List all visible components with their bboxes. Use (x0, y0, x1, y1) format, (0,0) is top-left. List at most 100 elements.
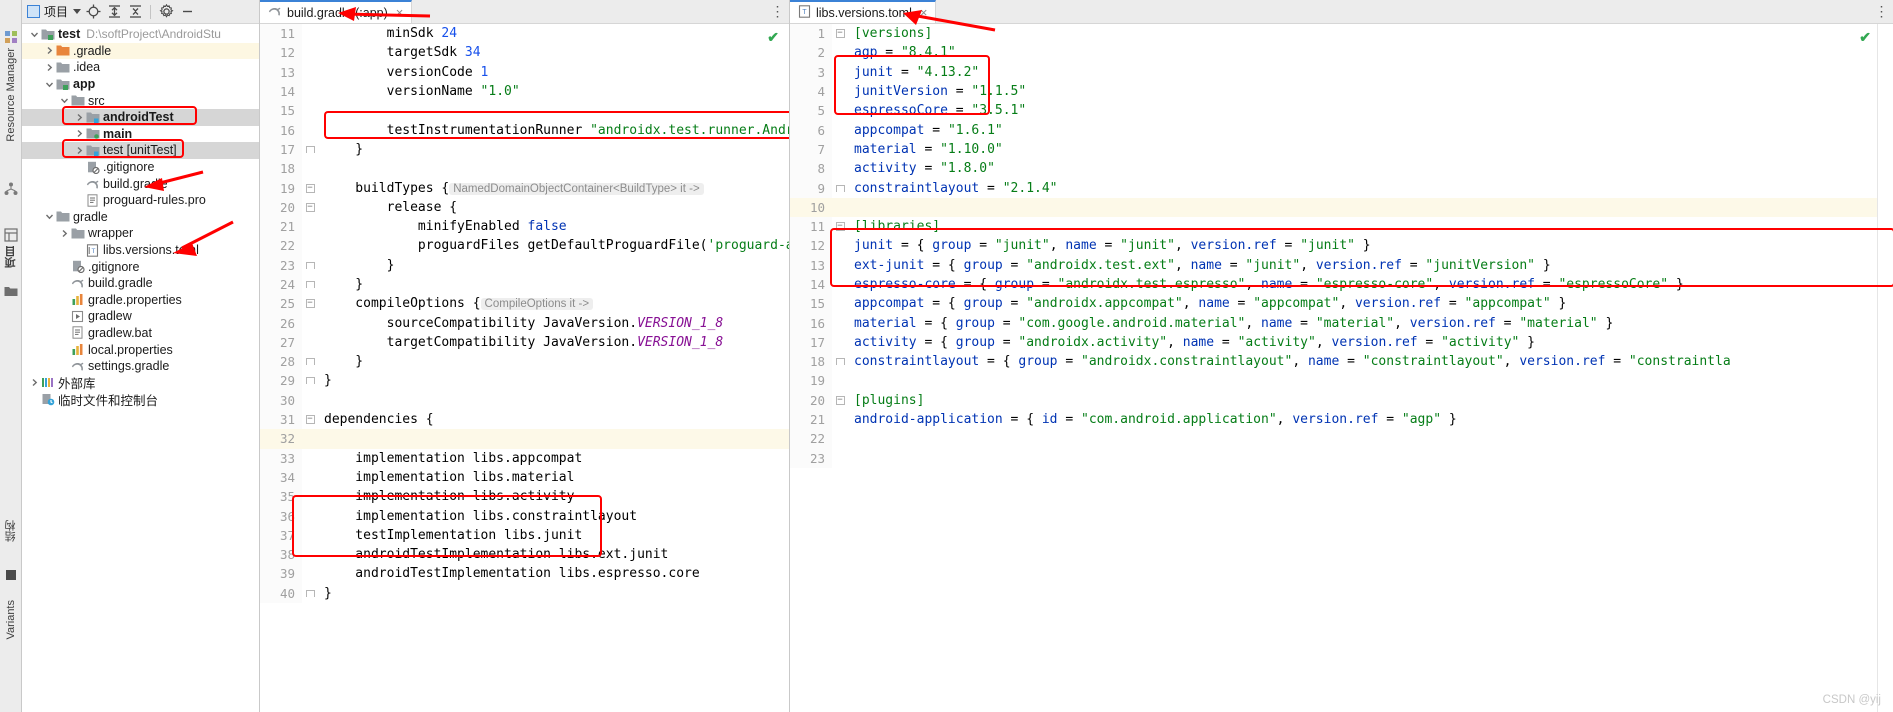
tree-item-gradle[interactable]: gradle (22, 209, 259, 226)
project-icon[interactable] (4, 228, 18, 242)
chevron-down-icon[interactable] (43, 212, 55, 221)
fold-toggle-icon[interactable]: − (832, 391, 848, 410)
tree-item-main[interactable]: main (22, 126, 259, 143)
chevron-right-icon[interactable] (73, 129, 85, 138)
chevron-right-icon[interactable] (58, 229, 70, 238)
rail-label-resource-manager[interactable]: Resource Manager (5, 48, 17, 142)
tree-item-label: 临时文件和控制台 (58, 393, 159, 408)
tree-item-app[interactable]: app (22, 76, 259, 93)
tree-item-proguard-rules-pro[interactable]: proguard-rules.pro (22, 192, 259, 209)
fold-toggle-icon[interactable] (302, 584, 318, 603)
tree-item-gradle[interactable]: .gradle (22, 42, 259, 60)
tab-build-gradle[interactable]: build.gradle (:app) × (260, 0, 413, 23)
chevron-down-icon[interactable] (73, 9, 82, 14)
fold-toggle-icon[interactable] (302, 275, 318, 294)
fold-toggle-icon[interactable] (832, 352, 848, 371)
fold-toggle-icon[interactable]: − (302, 294, 318, 313)
tree-item-androidtest[interactable]: androidTest (22, 108, 259, 126)
editor-scrollbar-right[interactable] (1877, 24, 1893, 712)
line-number: 11 (260, 24, 302, 44)
line-number: 32 (260, 429, 302, 449)
gradle-icon (85, 178, 100, 190)
tree-item-test-unittest[interactable]: test [unitTest] (22, 142, 259, 159)
rail-label-variants[interactable]: Variants (5, 600, 17, 640)
tab-label: build.gradle (:app) (287, 5, 388, 20)
locate-icon[interactable] (84, 3, 102, 21)
structure-icon[interactable] (4, 182, 18, 196)
fold-toggle-icon[interactable] (302, 352, 318, 371)
line-number: 39 (260, 564, 302, 584)
fold-toggle-icon[interactable] (302, 371, 318, 390)
fold-toggle-icon[interactable]: − (302, 178, 318, 197)
tree-item-label: wrapper (88, 226, 134, 241)
fold-gutter-empty (832, 429, 848, 448)
build-variants-icon[interactable] (4, 568, 18, 582)
fold-toggle-icon[interactable]: − (302, 410, 318, 429)
resource-manager-icon[interactable] (4, 30, 18, 44)
chevron-right-icon[interactable] (43, 63, 55, 72)
chevron-down-icon[interactable] (28, 30, 40, 39)
tree-item-idea[interactable]: .idea (22, 59, 259, 76)
fold-toggle-icon[interactable]: − (832, 217, 848, 236)
rail-label-project[interactable]: 项目 (3, 246, 19, 268)
line-number: 16 (260, 120, 302, 140)
rail-label-structure[interactable]: 结构 (3, 520, 19, 542)
tree-item-gradle-properties[interactable]: gradle.properties (22, 292, 259, 309)
close-icon[interactable]: × (396, 6, 404, 19)
folder-orange-icon (55, 44, 70, 57)
fold-gutter-empty (302, 545, 318, 564)
fold-toggle-icon[interactable]: − (832, 24, 848, 43)
tree-item-wrapper[interactable]: wrapper (22, 225, 259, 242)
tree-item-gradlew[interactable]: gradlew (22, 308, 259, 325)
tree-item-[interactable]: 临时文件和控制台 (22, 391, 259, 408)
chevron-down-icon[interactable] (43, 80, 55, 89)
chevron-right-icon[interactable] (43, 46, 55, 55)
tree-item-libs-versions-toml[interactable]: Tlibs.versions.toml (22, 242, 259, 259)
line-number: 14 (260, 81, 302, 102)
fold-toggle-icon[interactable] (832, 178, 848, 197)
tree-item-gitignore[interactable]: .gitignore (22, 258, 259, 275)
tab-libs-versions-toml[interactable]: T libs.versions.toml × (790, 0, 937, 23)
fold-gutter-empty (302, 120, 318, 139)
chevron-right-icon[interactable] (73, 146, 85, 155)
properties-icon (70, 343, 85, 356)
line-number: 40 (260, 583, 302, 603)
editor-libs-versions-toml: T libs.versions.toml × ⋮ 1− [versions] 2 ag… (790, 0, 1893, 712)
fold-gutter-empty (832, 449, 848, 468)
project-tree[interactable]: test D:\softProject\AndroidStu .gradle .ide… (22, 24, 259, 712)
settings-icon[interactable] (157, 3, 175, 21)
hide-icon[interactable] (178, 3, 196, 21)
close-icon[interactable]: × (920, 6, 928, 19)
tree-item-test[interactable]: test D:\softProject\AndroidStu (22, 26, 259, 43)
project-dropdown[interactable]: 项目 (25, 3, 70, 20)
more-options-icon[interactable]: ⋮ (767, 0, 789, 23)
tree-item-local-properties[interactable]: local.properties (22, 341, 259, 358)
chevron-right-icon[interactable] (73, 113, 85, 122)
expand-all-icon[interactable] (105, 3, 123, 21)
folder-icon[interactable] (4, 285, 18, 299)
tree-item-gradlew-bat[interactable]: gradlew.bat (22, 325, 259, 342)
more-options-icon[interactable]: ⋮ (1871, 0, 1893, 23)
fold-toggle-icon[interactable]: − (302, 198, 318, 217)
chevron-down-icon[interactable] (58, 96, 70, 105)
collapse-all-icon[interactable] (126, 3, 144, 21)
line-number: 19 (790, 371, 832, 391)
fold-toggle-icon[interactable] (302, 256, 318, 275)
tree-item-src[interactable]: src (22, 92, 259, 109)
tree-item-[interactable]: 外部库 (22, 374, 259, 391)
fold-toggle-icon[interactable] (302, 140, 318, 159)
tree-item-build-gradle[interactable]: build.gradle (22, 175, 259, 192)
fold-gutter-empty (302, 487, 318, 506)
chevron-right-icon[interactable] (28, 378, 40, 387)
code-text: minifyEnabled false (324, 219, 567, 235)
fold-gutter-empty (302, 391, 318, 410)
code-text: dependencies { (324, 412, 434, 428)
tree-item-settings-gradle[interactable]: settings.gradle (22, 358, 259, 375)
tree-item-label: local.properties (88, 342, 173, 357)
tree-item-gitignore[interactable]: .gitignore (22, 159, 259, 176)
line-number: 14 (790, 274, 832, 295)
code-area-left[interactable]: 11 minSdk 24 12 targetSdk 34 13 versionCod… (260, 24, 789, 712)
fold-gutter-empty (302, 24, 318, 43)
tree-item-build-gradle[interactable]: build.gradle (22, 275, 259, 292)
code-area-right[interactable]: 1− [versions] 2 agp = "8.4.1" 3 junit = "4.13… (790, 24, 1893, 712)
